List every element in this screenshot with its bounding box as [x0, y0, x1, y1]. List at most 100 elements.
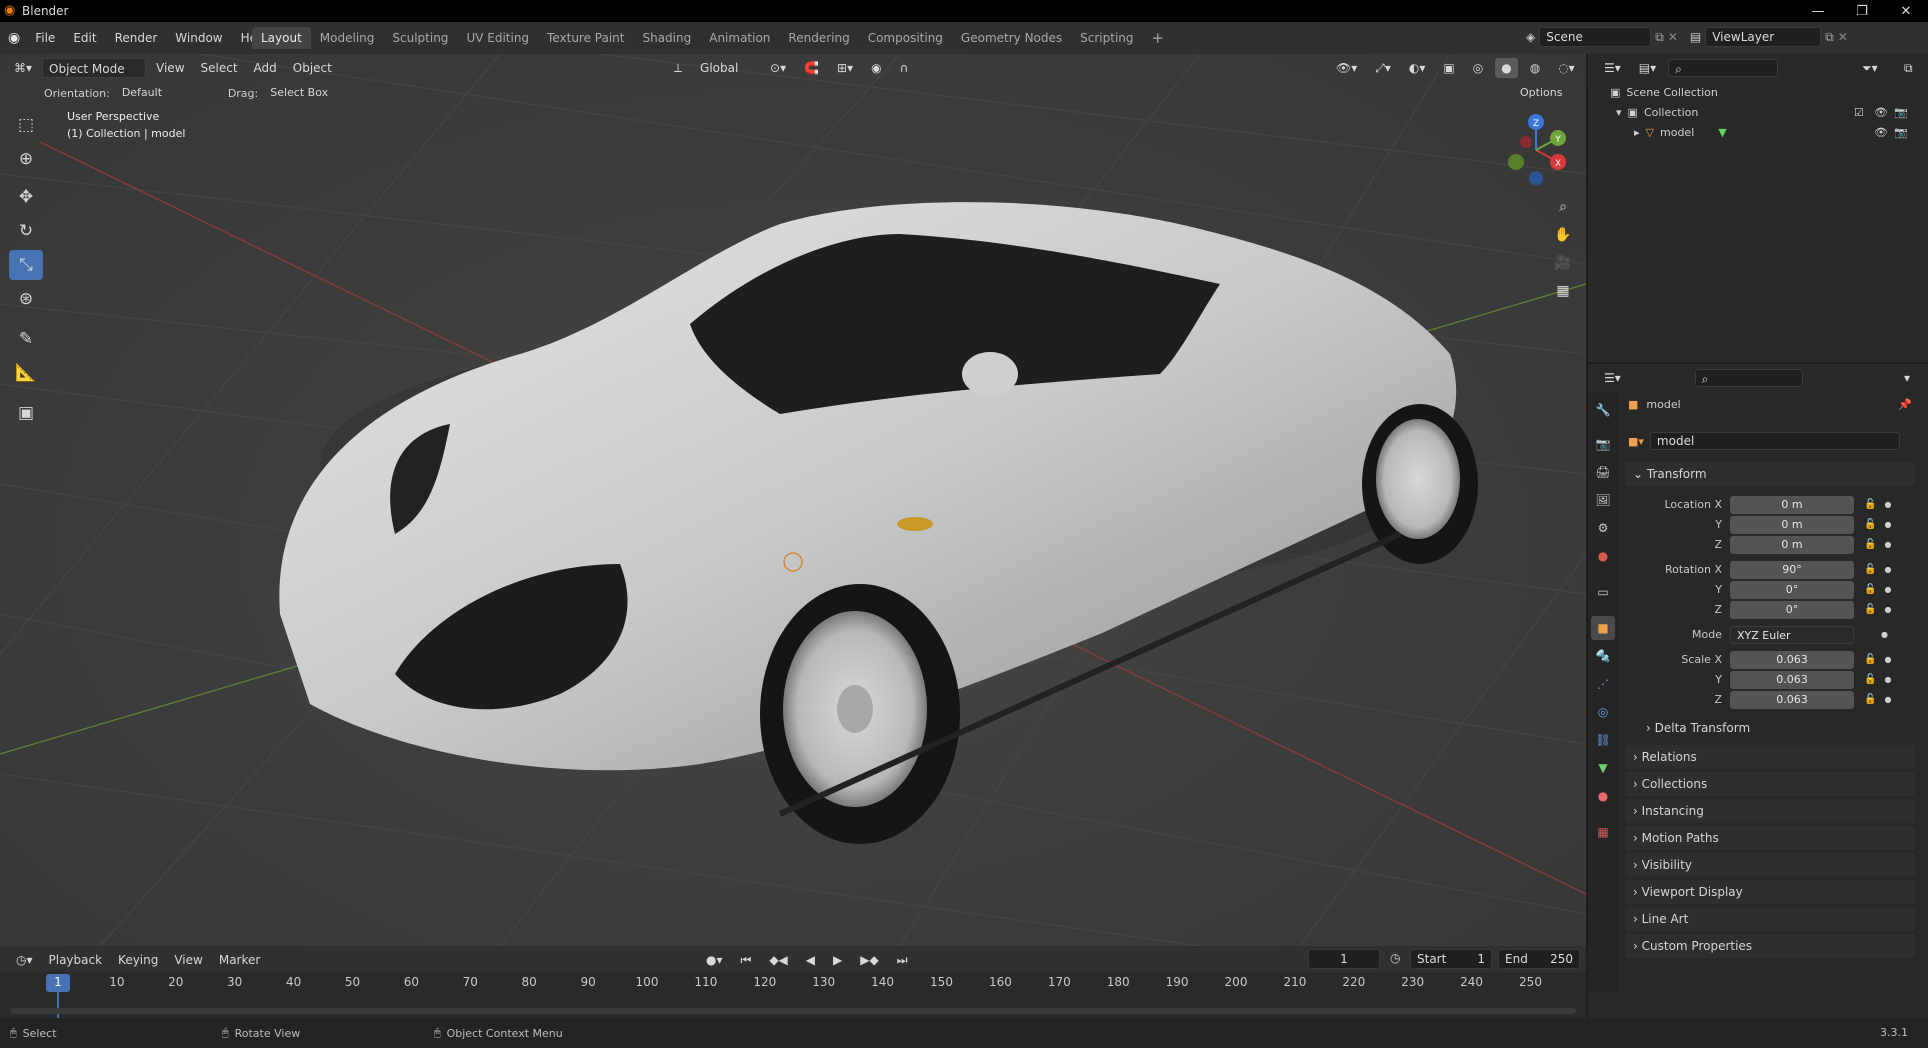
render-tab-icon[interactable]: 📷 [1591, 432, 1615, 456]
lock-icon[interactable]: 🔓 [1864, 584, 1876, 595]
navigation-gizmo[interactable]: Z X Y [1496, 110, 1576, 190]
tab-layout[interactable]: Layout [252, 27, 311, 49]
cursor-tool-icon[interactable]: ⊕ [9, 144, 43, 174]
add-workspace-icon[interactable]: + [1143, 27, 1174, 49]
tab-sculpting[interactable]: Sculpting [383, 27, 457, 49]
measure-tool-icon[interactable]: 📐 [9, 358, 43, 388]
collection-checkbox-icon[interactable]: ☑ [1854, 106, 1864, 119]
custom-properties-panel-header[interactable]: › Custom Properties [1625, 934, 1915, 958]
preview-range-icon[interactable]: ◷ [1390, 951, 1400, 965]
tab-rendering[interactable]: Rendering [779, 27, 858, 49]
gizmo-toggle-icon[interactable]: ⤢▾ [1369, 58, 1397, 78]
overlays-icon[interactable]: ◐▾ [1403, 58, 1432, 78]
keyframe-dot-icon[interactable]: ● [1884, 605, 1891, 614]
timeline-scrollbar[interactable] [10, 1008, 1576, 1014]
keyframe-dot-icon[interactable]: ● [1884, 540, 1891, 549]
drag-dropdown[interactable]: Select Box [264, 83, 334, 103]
pin-icon[interactable]: 📌 [1898, 398, 1912, 411]
viewport-menu-view[interactable]: View [150, 58, 190, 78]
end-frame-field[interactable]: End 250 [1498, 949, 1580, 969]
tab-texture-paint[interactable]: Texture Paint [538, 27, 633, 49]
tab-compositing[interactable]: Compositing [859, 27, 952, 49]
new-collection-icon[interactable]: ⧉ [1898, 58, 1919, 78]
rendered-shading-icon[interactable]: ◌▾ [1552, 58, 1581, 78]
lock-icon[interactable]: 🔓 [1864, 654, 1876, 665]
collection-camera-icon[interactable]: 📷 [1894, 106, 1908, 119]
add-cube-tool-icon[interactable]: ▣ [9, 398, 43, 428]
viewport-menu-object[interactable]: Object [287, 58, 338, 78]
outliner-search-input[interactable]: ⌕ [1668, 59, 1779, 77]
car-model[interactable] [279, 202, 1478, 844]
3d-viewport[interactable]: User Perspective (1) Collection | model … [0, 54, 1586, 946]
transform-panel-header[interactable]: ⌄ Transform [1625, 462, 1915, 486]
close-button[interactable]: ✕ [1884, 0, 1928, 22]
jump-end-icon[interactable]: ⏭ [891, 950, 914, 970]
outliner-collection[interactable]: Collection [1644, 106, 1698, 119]
options-dropdown[interactable]: Options [1514, 83, 1568, 103]
timeline-menu-view[interactable]: View [168, 950, 208, 970]
scene-new-icon[interactable]: ⧉ [1655, 30, 1664, 45]
camera-view-icon[interactable]: 🎥 [1550, 250, 1576, 276]
collections-panel-header[interactable]: › Collections [1625, 772, 1915, 796]
mesh-data-icon[interactable]: ▼ [1718, 126, 1726, 139]
next-keyframe-icon[interactable]: ▶◆ [854, 950, 884, 970]
outliner-editor-icon[interactable]: ☰▾ [1598, 58, 1627, 78]
lock-icon[interactable]: 🔓 [1864, 604, 1876, 615]
scene-tab-icon[interactable]: ⚙ [1591, 516, 1615, 540]
timeline-menu-playback[interactable]: Playback [43, 950, 109, 970]
viewport-menu-select[interactable]: Select [195, 58, 244, 78]
outliner-object[interactable]: model [1660, 126, 1694, 139]
properties-options-icon[interactable]: ▾ [1898, 368, 1916, 388]
collection-expand-icon[interactable]: ▾ [1616, 106, 1622, 119]
object-camera-icon[interactable]: 📷 [1894, 126, 1908, 139]
texture-tab-icon[interactable]: ▦ [1591, 820, 1615, 844]
transform-tool-icon[interactable]: ⊛ [9, 284, 43, 314]
keyframe-dot-icon[interactable]: ● [1884, 520, 1891, 529]
properties-search-input[interactable]: ⌕ [1694, 369, 1803, 387]
instancing-panel-header[interactable]: › Instancing [1625, 799, 1915, 823]
motion-paths-panel-header[interactable]: › Motion Paths [1625, 826, 1915, 850]
visibility-icon[interactable]: 👁▾ [1330, 58, 1363, 78]
outliner-scene-collection[interactable]: Scene Collection [1626, 86, 1717, 99]
modifier-tab-icon[interactable]: 🔩 [1591, 644, 1615, 668]
physics-tab-icon[interactable]: ◎ [1591, 700, 1615, 724]
viewlayer-new-icon[interactable]: ⧉ [1825, 30, 1834, 45]
scene-close-icon[interactable]: ✕ [1668, 30, 1678, 44]
xray-icon[interactable]: ▣ [1437, 58, 1460, 78]
keyframe-dot-icon[interactable]: ● [1884, 565, 1891, 574]
restore-button[interactable]: ❐ [1840, 0, 1884, 22]
object-eye-icon[interactable]: 👁 [1874, 126, 1888, 139]
zoom-icon[interactable]: ⌕ [1550, 194, 1576, 220]
location-y-field[interactable]: 0 m [1730, 515, 1854, 534]
keyframe-dot-icon[interactable]: ● [1884, 695, 1891, 704]
material-tab-icon[interactable]: ● [1591, 784, 1615, 808]
line-art-panel-header[interactable]: › Line Art [1625, 907, 1915, 931]
object-name-field[interactable]: model [1649, 432, 1900, 450]
timeline-menu-keying[interactable]: Keying [112, 950, 164, 970]
constraints-tab-icon[interactable]: ⛓ [1591, 728, 1615, 752]
tab-scripting[interactable]: Scripting [1071, 27, 1142, 49]
location-z-field[interactable]: 0 m [1730, 535, 1854, 554]
proportional-editing-icon[interactable]: ◉ [865, 58, 887, 78]
transform-orientation-dropdown[interactable]: Global [694, 58, 758, 78]
solid-shading-icon[interactable]: ● [1495, 58, 1518, 78]
timeline-menu-marker[interactable]: Marker [213, 950, 266, 970]
lock-icon[interactable]: 🔓 [1864, 519, 1876, 530]
tool-tab-icon[interactable]: 🔧 [1591, 398, 1615, 422]
editor-type-icon[interactable]: ⌘▾ [8, 58, 38, 78]
object-tab-icon[interactable]: ■ [1591, 616, 1615, 640]
tab-animation[interactable]: Animation [700, 27, 779, 49]
keyframe-dot-icon[interactable]: ● [1881, 630, 1888, 639]
keyframe-dot-icon[interactable]: ● [1884, 500, 1891, 509]
jump-start-icon[interactable]: ⏮ [735, 950, 758, 970]
lock-icon[interactable]: 🔓 [1864, 539, 1876, 550]
perspective-grid-icon[interactable]: ▦ [1550, 278, 1576, 304]
tab-uv-editing[interactable]: UV Editing [457, 27, 538, 49]
snap-target-icon[interactable]: ⊞▾ [831, 58, 859, 78]
outliner-display-mode-icon[interactable]: ▤▾ [1633, 58, 1662, 78]
viewport-display-panel-header[interactable]: › Viewport Display [1625, 880, 1915, 904]
falloff-icon[interactable]: ∩ [894, 58, 915, 78]
minimize-button[interactable]: — [1796, 0, 1840, 22]
menu-render[interactable]: Render [106, 27, 167, 49]
tab-shading[interactable]: Shading [633, 27, 700, 49]
